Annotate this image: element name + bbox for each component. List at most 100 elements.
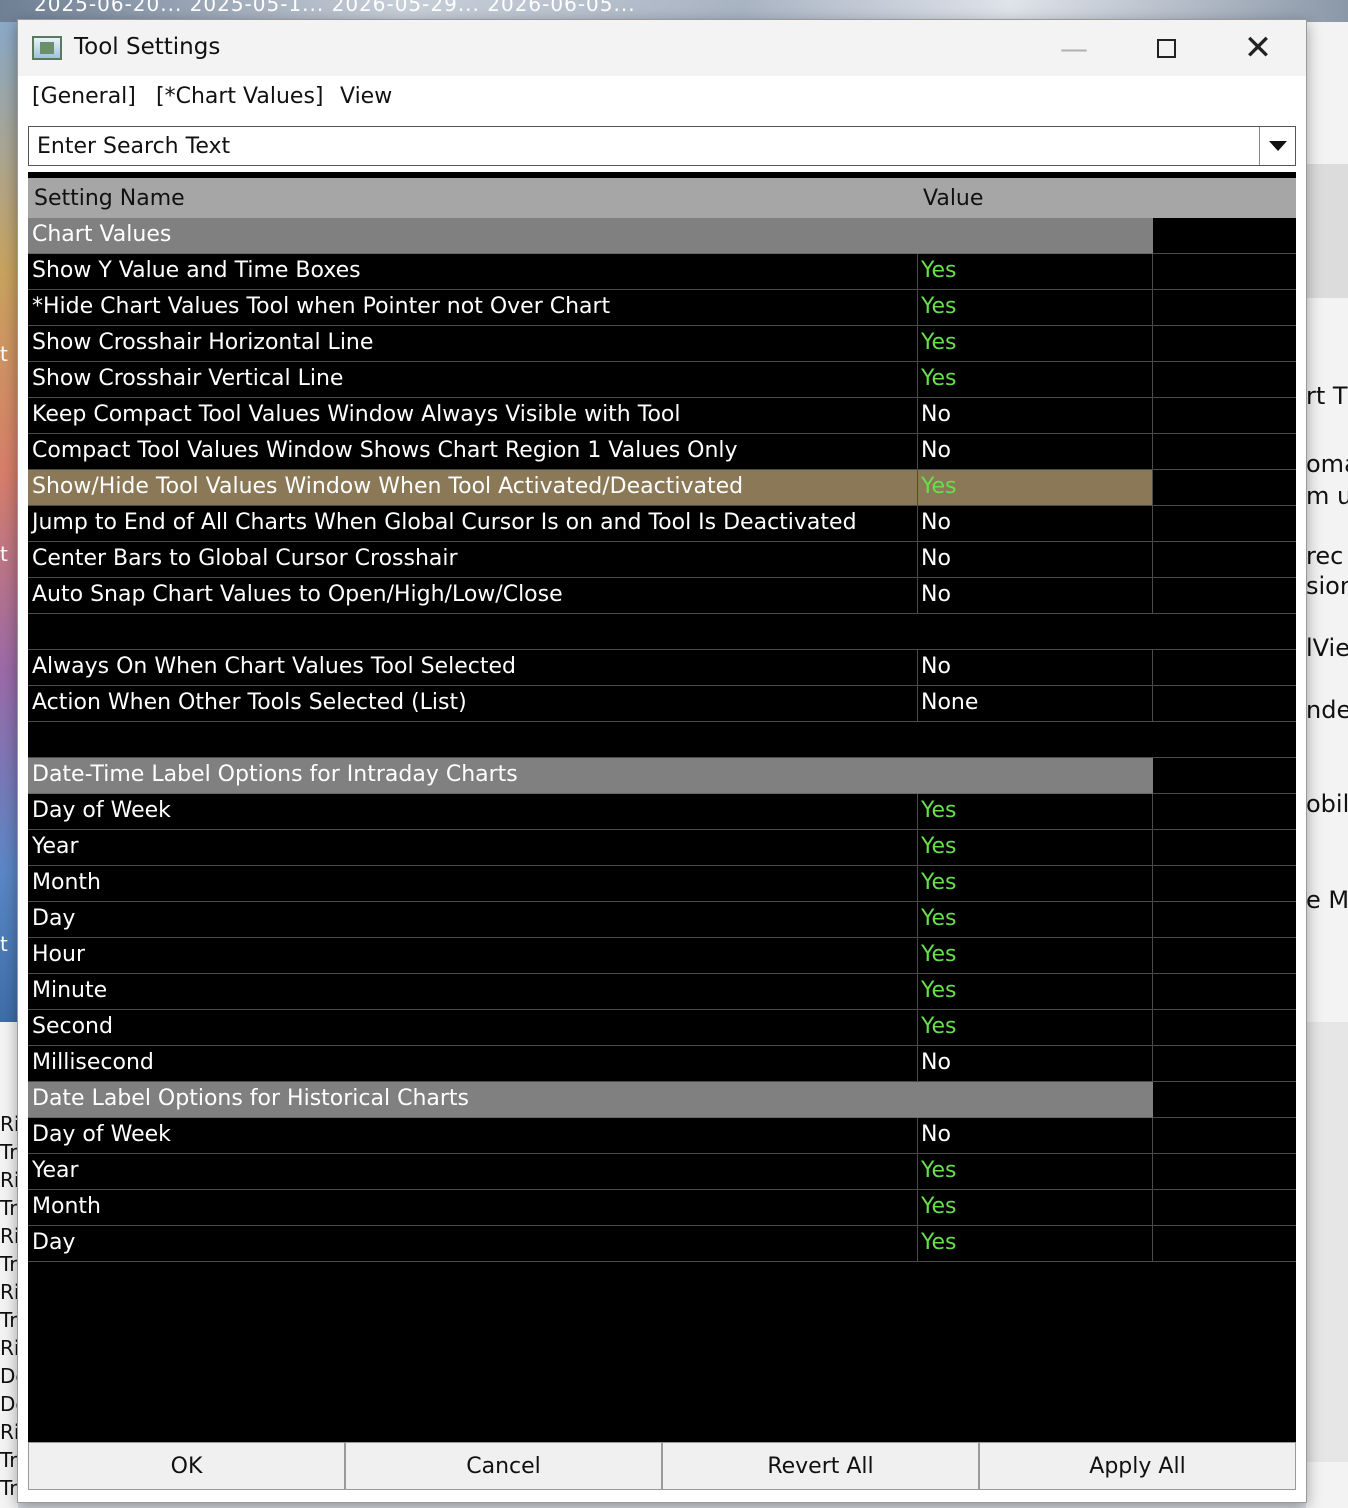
setting-row[interactable]: Hour Yes: [28, 938, 1296, 974]
setting-row[interactable]: Action When Other Tools Selected (List) N…: [28, 686, 1296, 722]
menu-general[interactable]: [General]: [32, 84, 136, 109]
setting-row[interactable]: Month Yes: [28, 1190, 1296, 1226]
section-header-row[interactable]: Date Label Options for Historical Charts: [28, 1082, 1296, 1118]
section-header-row[interactable]: Date-Time Label Options for Intraday Cha…: [28, 758, 1296, 794]
setting-row[interactable]: Jump to End of All Charts When Global Cu…: [28, 506, 1296, 542]
setting-row[interactable]: Compact Tool Values Window Shows Chart R…: [28, 434, 1296, 470]
setting-value[interactable]: Yes: [918, 902, 1153, 938]
setting-value[interactable]: No: [918, 542, 1153, 578]
setting-row[interactable]: Center Bars to Global Cursor Crosshair No: [28, 542, 1296, 578]
setting-value[interactable]: Yes: [918, 1190, 1153, 1226]
tool-settings-dialog: Tool Settings — ✕ [General] [*Chart Valu…: [17, 19, 1307, 1503]
section-header-row[interactable]: Chart Values: [28, 218, 1296, 254]
background-text-fragment: Rit: [0, 1280, 18, 1304]
setting-value[interactable]: Yes: [918, 290, 1153, 326]
background-text-fragment: m u: [1306, 482, 1348, 510]
row-filler: [1153, 974, 1296, 1010]
setting-value[interactable]: No: [918, 1046, 1153, 1082]
row-filler: [1153, 1190, 1296, 1226]
row-filler: [1153, 722, 1296, 758]
menu-chart-values[interactable]: [*Chart Values]: [156, 84, 324, 109]
setting-value[interactable]: Yes: [918, 326, 1153, 362]
close-icon: ✕: [1243, 28, 1273, 68]
search-dropdown-button[interactable]: [1259, 127, 1295, 165]
background-text-fragment: De: [0, 1364, 18, 1388]
setting-row[interactable]: Year Yes: [28, 830, 1296, 866]
setting-name: Show Crosshair Vertical Line: [28, 362, 918, 398]
spacer-row: [28, 722, 1296, 758]
setting-value[interactable]: No: [918, 398, 1153, 434]
setting-row[interactable]: Show Crosshair Horizontal Line Yes: [28, 326, 1296, 362]
search-combobox: [28, 126, 1296, 166]
row-filler: [1153, 1010, 1296, 1046]
row-filler: [1153, 1154, 1296, 1190]
setting-row[interactable]: *Hide Chart Values Tool when Pointer not…: [28, 290, 1296, 326]
row-filler: [1153, 650, 1296, 686]
setting-value[interactable]: No: [918, 1118, 1153, 1154]
background-text-fragment: rec: [1306, 542, 1344, 570]
setting-row[interactable]: Day Yes: [28, 902, 1296, 938]
column-header-value[interactable]: Value: [923, 186, 983, 211]
setting-name: Show/Hide Tool Values Window When Tool A…: [28, 470, 918, 506]
row-filler: [1153, 614, 1296, 650]
cancel-button[interactable]: Cancel: [345, 1442, 662, 1490]
setting-value[interactable]: No: [918, 506, 1153, 542]
column-header-setting-name[interactable]: Setting Name: [34, 186, 185, 211]
setting-value[interactable]: Yes: [918, 1010, 1153, 1046]
setting-row[interactable]: Day of Week Yes: [28, 794, 1296, 830]
setting-value[interactable]: Yes: [918, 470, 1153, 506]
setting-value[interactable]: Yes: [918, 362, 1153, 398]
setting-value[interactable]: Yes: [918, 794, 1153, 830]
setting-value[interactable]: No: [918, 578, 1153, 614]
search-input[interactable]: [37, 133, 1247, 159]
title-bar[interactable]: Tool Settings — ✕: [18, 20, 1306, 76]
background-text-fragment: Rit: [0, 1336, 18, 1360]
setting-value[interactable]: No: [918, 650, 1153, 686]
setting-value[interactable]: Yes: [918, 254, 1153, 290]
maximize-button[interactable]: [1120, 20, 1212, 76]
background-text-fragment: Tra: [0, 1252, 18, 1276]
setting-row[interactable]: Show/Hide Tool Values Window When Tool A…: [28, 470, 1296, 506]
setting-name: Year: [28, 1154, 918, 1190]
section-title: Chart Values: [28, 218, 1153, 254]
setting-value[interactable]: None: [918, 686, 1153, 722]
background-text-fragment: lVie: [1306, 634, 1348, 662]
setting-row[interactable]: Year Yes: [28, 1154, 1296, 1190]
background-text-fragment: Rit: [0, 1420, 18, 1444]
minimize-button[interactable]: —: [1028, 20, 1120, 76]
row-filler: [1153, 1226, 1296, 1262]
background-text-fragment: sion: [1306, 572, 1348, 600]
setting-row[interactable]: Always On When Chart Values Tool Selecte…: [28, 650, 1296, 686]
setting-row[interactable]: Show Y Value and Time Boxes Yes: [28, 254, 1296, 290]
setting-name: Center Bars to Global Cursor Crosshair: [28, 542, 918, 578]
row-filler: [1153, 398, 1296, 434]
setting-value[interactable]: No: [918, 434, 1153, 470]
close-button[interactable]: ✕: [1212, 20, 1304, 76]
setting-row[interactable]: Day Yes: [28, 1226, 1296, 1262]
setting-value[interactable]: Yes: [918, 830, 1153, 866]
setting-row[interactable]: Keep Compact Tool Values Window Always V…: [28, 398, 1296, 434]
setting-value[interactable]: Yes: [918, 1154, 1153, 1190]
setting-row[interactable]: Minute Yes: [28, 974, 1296, 1010]
setting-row[interactable]: Day of Week No: [28, 1118, 1296, 1154]
setting-row[interactable]: Auto Snap Chart Values to Open/High/Low/…: [28, 578, 1296, 614]
apply-all-button[interactable]: Apply All: [979, 1442, 1296, 1490]
row-filler: [1153, 434, 1296, 470]
setting-row[interactable]: Millisecond No: [28, 1046, 1296, 1082]
background-text-fragment: Rit: [0, 1168, 18, 1192]
setting-name: Minute: [28, 974, 918, 1010]
setting-value[interactable]: Yes: [918, 866, 1153, 902]
revert-all-button[interactable]: Revert All: [662, 1442, 979, 1490]
setting-value[interactable]: Yes: [918, 1226, 1153, 1262]
setting-row[interactable]: Second Yes: [28, 1010, 1296, 1046]
setting-row[interactable]: Show Crosshair Vertical Line Yes: [28, 362, 1296, 398]
menu-view[interactable]: View: [340, 84, 392, 109]
setting-value[interactable]: Yes: [918, 938, 1153, 974]
setting-name: Compact Tool Values Window Shows Chart R…: [28, 434, 918, 470]
setting-value[interactable]: Yes: [918, 974, 1153, 1010]
setting-row[interactable]: Month Yes: [28, 866, 1296, 902]
setting-name: Day of Week: [28, 794, 918, 830]
row-filler: [1153, 254, 1296, 290]
ok-button[interactable]: OK: [28, 1442, 345, 1490]
background-text-fragment: rt Ti: [1306, 382, 1348, 410]
